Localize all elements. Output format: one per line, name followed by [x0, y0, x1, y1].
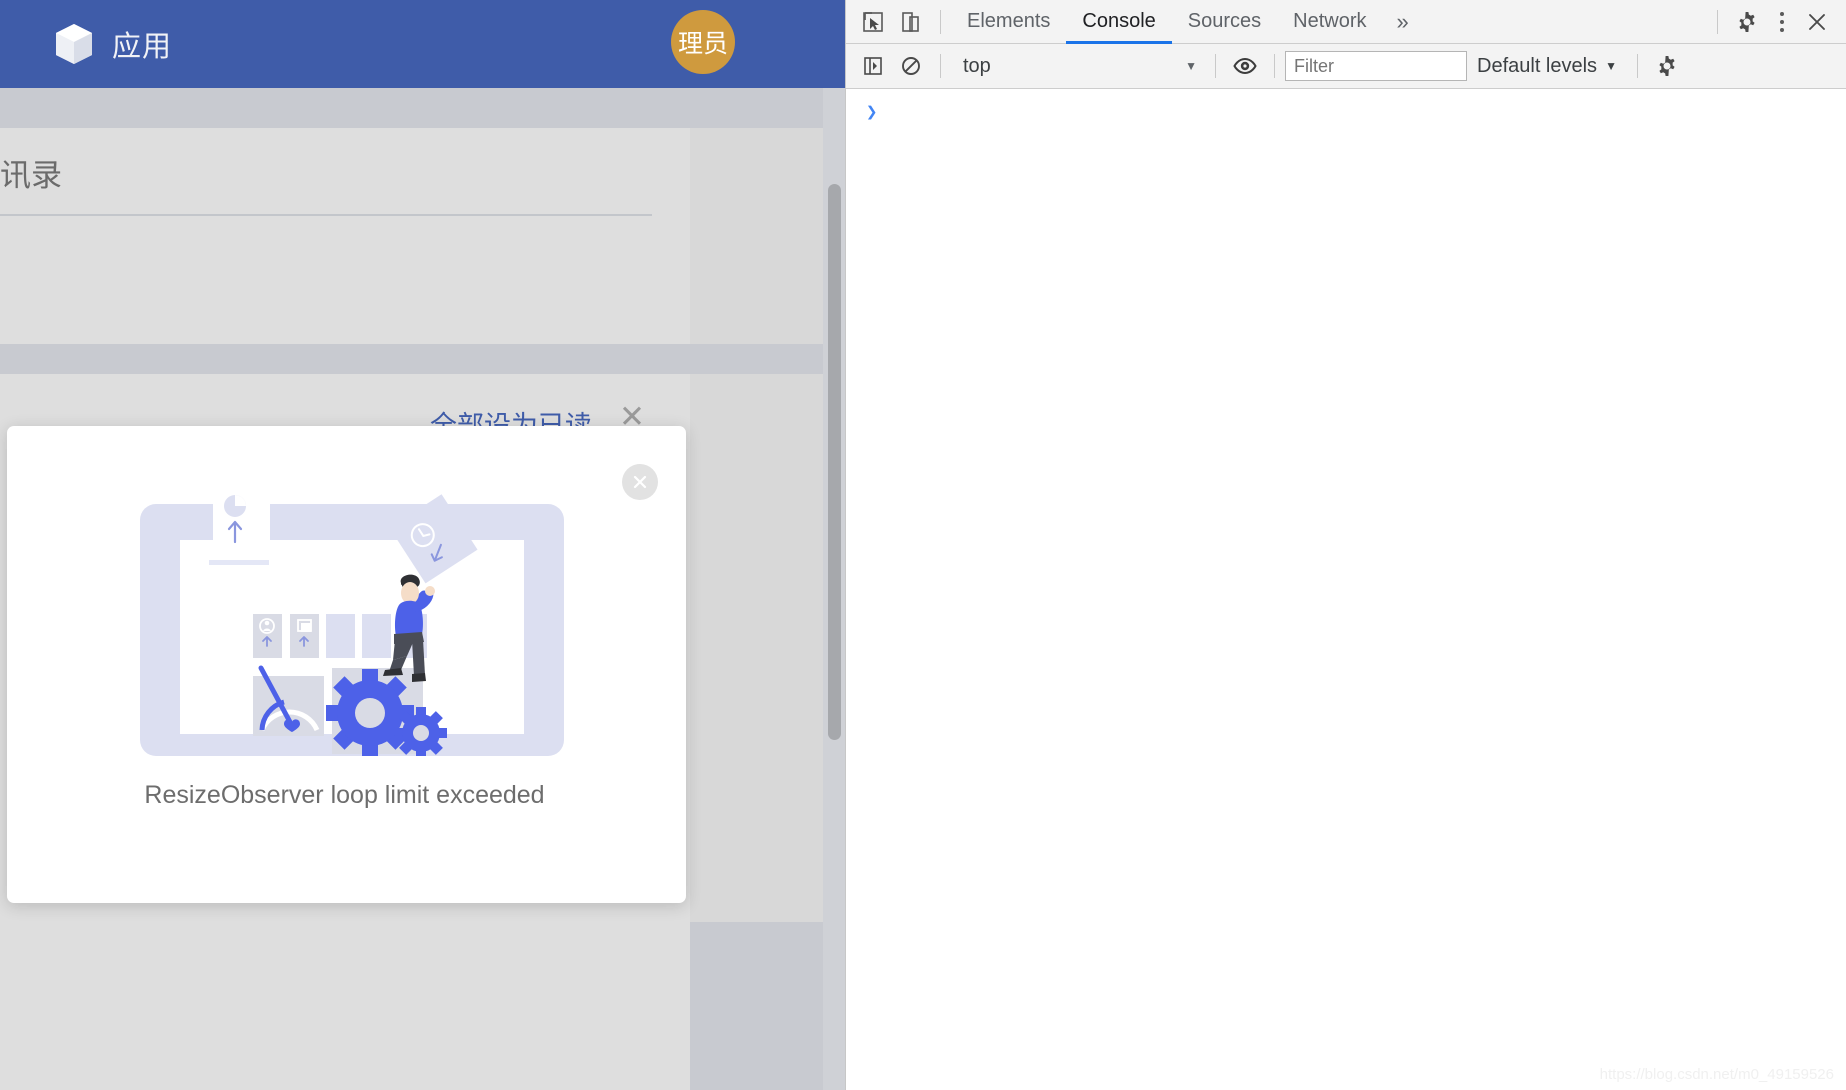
device-toolbar-icon[interactable]	[892, 3, 930, 41]
bottom-card	[0, 922, 690, 1090]
console-filterbar: top ▼ Default levels ▼	[846, 44, 1846, 89]
tab-elements[interactable]: Elements	[951, 0, 1066, 44]
app-band-mid	[0, 344, 845, 374]
contacts-card: 讯录	[0, 128, 690, 344]
execution-context-select[interactable]: top ▼	[955, 51, 1205, 81]
tab-network[interactable]: Network	[1277, 0, 1382, 44]
error-modal: ResizeObserver loop limit exceeded	[7, 426, 686, 903]
log-levels-label: Default levels	[1477, 55, 1597, 78]
filterbar-divider-4	[1637, 54, 1638, 78]
console-output[interactable]: ❯ https://blog.csdn.net/m0_49159526	[846, 89, 1846, 1089]
devtools-right-tools	[1707, 3, 1846, 41]
execution-context-value: top	[963, 55, 991, 78]
chevron-double-right-icon[interactable]: »	[1383, 0, 1423, 44]
app-band-top	[0, 88, 845, 128]
gear-icon[interactable]	[1648, 47, 1686, 85]
tab-console[interactable]: Console	[1066, 0, 1171, 44]
watermark: https://blog.csdn.net/m0_49159526	[1600, 1066, 1834, 1083]
contacts-divider	[0, 214, 652, 216]
gear-icon[interactable]	[1728, 3, 1766, 41]
filterbar-divider-1	[940, 54, 941, 78]
devtools-tabbar: Elements Console Sources Network »	[846, 0, 1846, 44]
avatar[interactable]: 理员	[671, 10, 735, 74]
filterbar-divider-3	[1274, 54, 1275, 78]
console-prompt-icon: ❯	[866, 101, 877, 124]
tab-sources[interactable]: Sources	[1172, 0, 1277, 44]
inspect-cursor-icon[interactable]	[854, 3, 892, 41]
screenshot-root: 讯录 全部设为已读 ✕ 应用 理员	[0, 0, 1846, 1090]
app-scrollbar[interactable]	[823, 88, 845, 1090]
close-circle-icon[interactable]	[622, 464, 658, 500]
filterbar-divider-2	[1215, 54, 1216, 78]
close-icon[interactable]	[1798, 3, 1836, 41]
app-scrollbar-thumb[interactable]	[828, 184, 841, 740]
cube-logo-icon	[56, 24, 92, 64]
toolbar-divider-2	[1717, 10, 1718, 34]
empty-state-illustration	[140, 490, 564, 756]
app-title: 应用	[112, 23, 172, 65]
chevron-down-icon: ▼	[1185, 59, 1197, 73]
app-header: 应用 理员	[0, 0, 845, 88]
clear-console-icon[interactable]	[892, 47, 930, 85]
devtools-panel: Elements Console Sources Network »	[845, 0, 1846, 1090]
log-levels-select[interactable]: Default levels ▼	[1467, 51, 1627, 81]
contacts-title: 讯录	[0, 150, 62, 195]
show-console-sidebar-icon[interactable]	[854, 47, 892, 85]
error-message: ResizeObserver loop limit exceeded	[7, 781, 686, 810]
web-app-pane: 讯录 全部设为已读 ✕ 应用 理员	[0, 0, 845, 1090]
live-expression-icon[interactable]	[1226, 47, 1264, 85]
filter-input[interactable]	[1285, 51, 1467, 81]
toolbar-divider	[940, 10, 941, 34]
chevron-down-icon: ▼	[1605, 59, 1617, 73]
more-vertical-icon[interactable]	[1766, 3, 1798, 41]
